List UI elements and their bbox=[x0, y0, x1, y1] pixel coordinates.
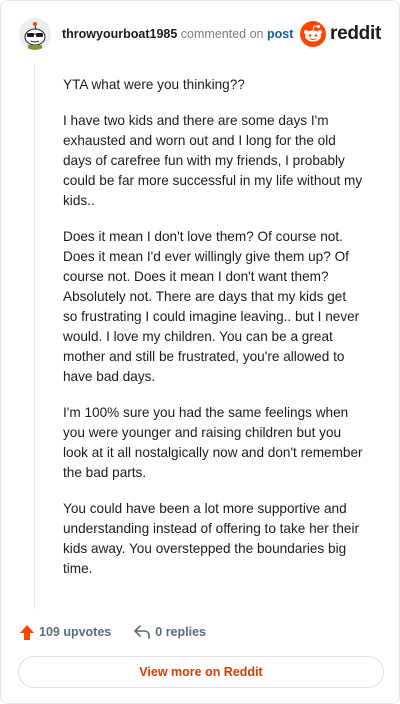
post-link[interactable]: post bbox=[267, 27, 293, 41]
reddit-snoo-icon bbox=[300, 21, 327, 47]
comment-paragraph: I'm 100% sure you had the same feelings … bbox=[63, 405, 363, 480]
comment-paragraph: I have two kids and there are some days … bbox=[63, 113, 363, 208]
comment-paragraph: You could have been a lot more supportiv… bbox=[63, 501, 359, 576]
comment-body: YTA what were you thinking?? I have two … bbox=[63, 75, 363, 595]
upvote-button[interactable]: 109 upvotes bbox=[19, 624, 111, 641]
comment-paragraph: YTA what were you thinking?? bbox=[63, 77, 245, 92]
username-link[interactable]: throwyourboat1985 bbox=[62, 27, 177, 41]
reddit-wordmark: reddit bbox=[330, 23, 381, 44]
comment-header: throwyourboat1985 commented on post redd… bbox=[19, 18, 383, 52]
commented-on-text: commented on bbox=[180, 27, 264, 41]
upvote-arrow-icon bbox=[20, 624, 34, 640]
reply-button[interactable]: 0 replies bbox=[133, 624, 206, 640]
comment-paragraph: Does it mean I don't love them? Of cours… bbox=[63, 229, 360, 384]
reply-count: 0 replies bbox=[155, 625, 206, 639]
thread-line bbox=[34, 63, 35, 609]
comment-embed-card: throwyourboat1985 commented on post redd… bbox=[0, 0, 400, 704]
view-more-on-reddit-button[interactable]: View more on Reddit bbox=[18, 656, 384, 688]
upvote-count: 109 upvotes bbox=[39, 625, 112, 639]
reply-arrow-icon bbox=[134, 625, 151, 639]
comment-actions: 109 upvotes 0 replies bbox=[19, 621, 206, 643]
reddit-logo[interactable]: reddit bbox=[300, 20, 381, 48]
comment-meta: throwyourboat1985 commented on post bbox=[62, 27, 293, 41]
user-avatar[interactable] bbox=[19, 18, 51, 50]
